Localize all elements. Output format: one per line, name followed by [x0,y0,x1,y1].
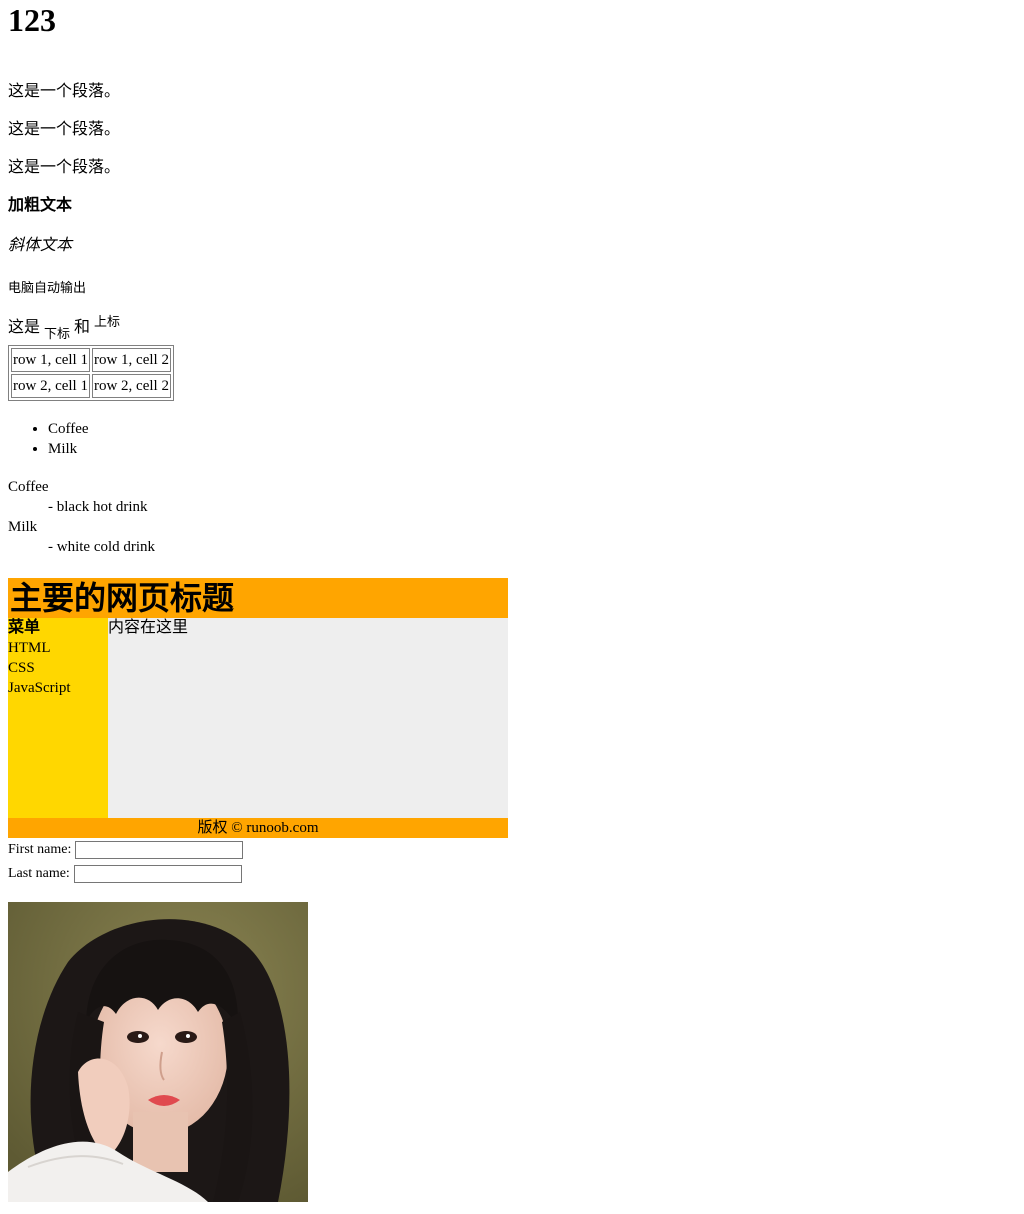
portrait-image [8,902,308,1202]
list-item: Coffee [48,419,89,439]
table-cell: row 2, cell 2 [91,374,171,398]
footer-text: 版权 © runoob.com [197,820,319,836]
definition-list: Coffee - black hot drink Milk - white co… [8,477,155,557]
paragraph-2: 这是一个段落。 [8,121,121,138]
subsup-middle: 和 [74,319,91,336]
definition-term: Coffee [8,479,49,495]
bold-text: 加粗文本 [8,197,73,214]
definition-description: - black hot drink [48,499,148,515]
layout-menu: 菜单 HTML CSS JavaScript [8,618,108,818]
layout-header-title: 主要的网页标题 [10,580,235,616]
paragraph-3: 这是一个段落。 [8,159,121,176]
first-name-row: First name: [8,838,244,862]
italic-text: 斜体文本 [8,237,73,254]
table-cell: row 1, cell 1 [11,348,90,372]
layout-footer: 版权 © runoob.com [8,818,508,838]
layout-content: 内容在这里 [108,618,508,818]
page-heading: 123 [8,2,56,38]
data-table: row 1, cell 1 row 1, cell 2 row 2, cell … [8,345,174,401]
unordered-list: Coffee Milk [8,419,89,459]
definition-term: Milk [8,519,38,535]
table-cell: row 1, cell 2 [91,348,171,372]
content-text: 内容在这里 [108,619,189,636]
first-name-input[interactable] [75,841,244,859]
menu-item-css: CSS [8,660,35,676]
subscript-text: 下标 [44,326,71,341]
name-form: First name: Last name: [8,838,244,886]
menu-item-javascript: JavaScript [8,680,71,696]
first-name-label: First name: [8,842,72,857]
list-item: Milk [48,439,89,459]
last-name-row: Last name: [8,862,243,886]
superscript-text: 上标 [94,314,121,329]
layout-body: 菜单 HTML CSS JavaScript 内容在这里 [8,618,508,818]
computer-output-text: 电脑自动输出 [8,281,87,296]
last-name-input[interactable] [73,865,242,883]
definition-description: - white cold drink [48,539,156,555]
layout-header: 主要的网页标题 [8,578,508,618]
sub-sup-line: 这是 下标 和 上标 [8,315,120,341]
menu-item-html: HTML [8,640,51,656]
table-cell: row 2, cell 1 [11,374,90,398]
table-row: row 1, cell 1 row 1, cell 2 [11,348,171,372]
paragraph-1: 这是一个段落。 [8,83,121,100]
table-row: row 2, cell 1 row 2, cell 2 [11,374,171,398]
portrait-photo [8,902,308,1202]
last-name-label: Last name: [8,866,70,881]
subsup-prefix: 这是 [8,319,41,336]
menu-title: 菜单 [8,619,41,636]
page-layout: 主要的网页标题 菜单 HTML CSS JavaScript 内容在这里 版权 … [8,578,508,838]
